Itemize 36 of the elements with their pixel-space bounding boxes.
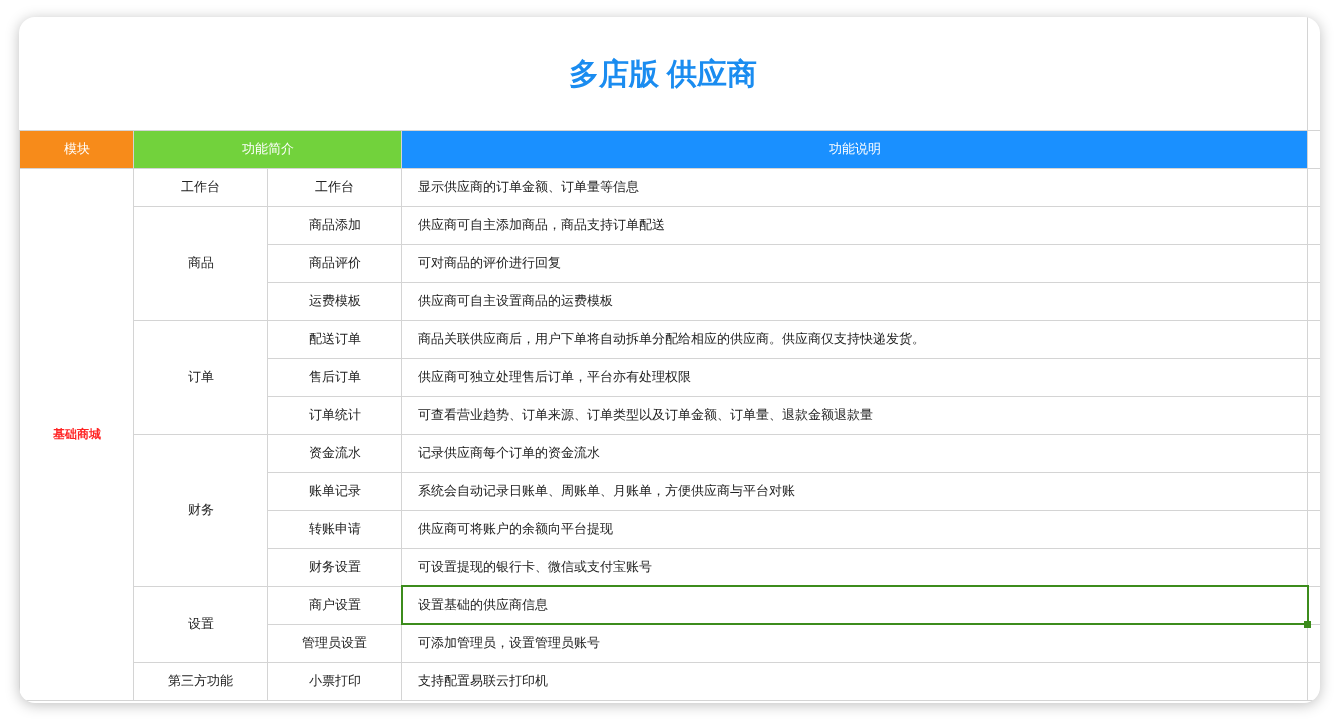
- description-cell[interactable]: 供应商可将账户的余额向平台提现: [401, 510, 1308, 548]
- feature-cell: 配送订单: [267, 320, 402, 358]
- feature-cell: 售后订单: [267, 358, 402, 396]
- description-cell[interactable]: 供应商可自主设置商品的运费模板: [401, 282, 1308, 320]
- module-header: 模块: [19, 130, 134, 168]
- category-cell: 第三方功能: [133, 662, 268, 700]
- category-cell: 订单: [133, 320, 268, 434]
- description-cell[interactable]: 供应商可独立处理售后订单，平台亦有处理权限: [401, 358, 1308, 396]
- category-cell: 财务: [133, 434, 268, 586]
- description-cell[interactable]: 商品关联供应商后，用户下单将自动拆单分配给相应的供应商。供应商仅支持快递发货。: [401, 320, 1308, 358]
- feature-cell: 运费模板: [267, 282, 402, 320]
- description-cell[interactable]: 可查看营业趋势、订单来源、订单类型以及订单金额、订单量、退款金额退款量: [401, 396, 1308, 434]
- description-cell[interactable]: 支持配置易联云打印机: [401, 662, 1308, 700]
- feature-cell: 商品添加: [267, 206, 402, 244]
- category-cell: 设置: [133, 586, 268, 662]
- category-cell: 商品: [133, 206, 268, 320]
- description-cell[interactable]: 供应商可自主添加商品，商品支持订单配送: [401, 206, 1308, 244]
- feature-cell: 转账申请: [267, 510, 402, 548]
- description-cell[interactable]: 系统会自动记录日账单、周账单、月账单，方便供应商与平台对账: [401, 472, 1308, 510]
- intro-header: 功能简介: [133, 130, 402, 168]
- feature-cell: 小票打印: [267, 662, 402, 700]
- feature-cell: 商品评价: [267, 244, 402, 282]
- feature-cell: 账单记录: [267, 472, 402, 510]
- feature-cell: 订单统计: [267, 396, 402, 434]
- feature-cell: 工作台: [267, 168, 402, 206]
- sheet-title: 多店版 供应商: [19, 17, 1308, 130]
- description-cell[interactable]: 显示供应商的订单金额、订单量等信息: [401, 168, 1308, 206]
- module-cell: 基础商城: [19, 168, 134, 700]
- selection-handle-icon[interactable]: [1304, 620, 1312, 628]
- feature-cell: 财务设置: [267, 548, 402, 586]
- description-header: 功能说明: [401, 130, 1308, 168]
- feature-cell: 资金流水: [267, 434, 402, 472]
- description-cell[interactable]: 可对商品的评价进行回复: [401, 244, 1308, 282]
- description-cell[interactable]: 记录供应商每个订单的资金流水: [401, 434, 1308, 472]
- category-cell: 工作台: [133, 168, 268, 206]
- feature-cell: 管理员设置: [267, 624, 402, 662]
